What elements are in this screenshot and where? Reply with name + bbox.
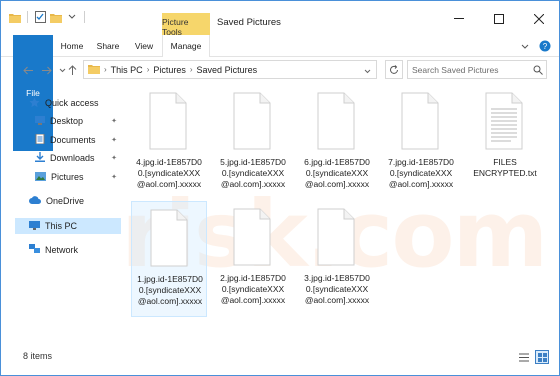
new-folder-icon[interactable] xyxy=(50,11,62,23)
tab-home[interactable]: Home xyxy=(57,35,87,57)
blank-file-icon xyxy=(233,92,271,150)
breadcrumb-this-pc[interactable]: This PC xyxy=(111,65,143,75)
forward-button[interactable] xyxy=(39,63,53,77)
window-controls xyxy=(439,9,559,29)
text-file-icon xyxy=(485,92,523,150)
nav-quick-access[interactable]: Quick access xyxy=(29,95,123,111)
tab-manage[interactable]: Manage xyxy=(162,35,210,57)
file-item[interactable]: 5.jpg.id-1E857D0 0.[syndicateXXX @aol.co… xyxy=(215,85,291,201)
file-name: 4.jpg.id-1E857D0 0.[syndicateXXX @aol.co… xyxy=(136,157,202,189)
item-count: 8 items xyxy=(23,351,53,361)
ribbon-controls: ? xyxy=(521,40,551,54)
folder-icon[interactable] xyxy=(9,11,21,23)
status-bar: 8 items xyxy=(1,347,559,369)
minimize-button[interactable] xyxy=(439,9,479,29)
properties-icon[interactable] xyxy=(34,11,46,23)
file-item[interactable]: 4.jpg.id-1E857D0 0.[syndicateXXX @aol.co… xyxy=(131,85,207,201)
large-icons-view-button[interactable] xyxy=(535,350,549,364)
file-item[interactable]: 6.jpg.id-1E857D0 0.[syndicateXXX @aol.co… xyxy=(299,85,375,201)
nav-this-pc[interactable]: This PC xyxy=(15,218,121,234)
cloud-icon xyxy=(29,196,41,206)
chevron-down-icon[interactable] xyxy=(521,42,529,52)
close-button[interactable] xyxy=(519,9,559,29)
refresh-button[interactable] xyxy=(385,60,403,79)
nav-downloads[interactable]: Downloads ✦ xyxy=(35,150,123,166)
nav-pictures[interactable]: Pictures ✦ xyxy=(35,169,123,185)
address-bar[interactable]: › This PC › Pictures › Saved Pictures xyxy=(83,60,377,79)
network-icon xyxy=(29,244,40,256)
chevron-down-icon[interactable] xyxy=(66,11,78,23)
pin-icon[interactable]: ✦ xyxy=(111,117,117,125)
window-title: Saved Pictures xyxy=(217,17,281,28)
nav-onedrive[interactable]: OneDrive xyxy=(29,193,123,209)
file-name: 3.jpg.id-1E857D0 0.[syndicateXXX @aol.co… xyxy=(304,273,370,305)
title-bar: Picture Tools Saved Pictures xyxy=(1,1,559,37)
file-name: 7.jpg.id-1E857D0 0.[syndicateXXX @aol.co… xyxy=(388,157,454,189)
help-icon[interactable]: ? xyxy=(539,40,551,54)
computer-icon xyxy=(29,220,40,232)
file-item[interactable]: 7.jpg.id-1E857D0 0.[syndicateXXX @aol.co… xyxy=(383,85,459,201)
file-name: 2.jpg.id-1E857D0 0.[syndicateXXX @aol.co… xyxy=(220,273,286,305)
blank-file-icon xyxy=(149,92,187,150)
tab-share[interactable]: Share xyxy=(93,35,123,57)
file-name: FILES ENCRYPTED.txt xyxy=(473,157,537,178)
file-name: 1.jpg.id-1E857D0 0.[syndicateXXX @aol.co… xyxy=(137,274,203,306)
blank-file-icon xyxy=(317,208,355,266)
up-button[interactable] xyxy=(65,63,79,77)
back-button[interactable] xyxy=(21,63,35,77)
nav-documents[interactable]: Documents ✦ xyxy=(35,132,123,148)
nav-label: Pictures xyxy=(51,172,84,182)
file-item[interactable]: FILES ENCRYPTED.txt xyxy=(467,85,543,201)
pin-icon[interactable]: ✦ xyxy=(111,136,117,144)
picture-tools-tab: Picture Tools xyxy=(162,13,210,37)
nav-desktop[interactable]: Desktop ✦ xyxy=(35,113,123,129)
desktop-icon xyxy=(35,115,45,127)
downloads-icon xyxy=(35,152,45,164)
quick-access-toolbar xyxy=(9,11,87,23)
navigation-pane: Quick access Desktop ✦ Documents ✦ Downl… xyxy=(1,85,123,345)
maximize-button[interactable] xyxy=(479,9,519,29)
breadcrumb-pictures[interactable]: Pictures xyxy=(153,65,186,75)
documents-icon xyxy=(35,133,45,146)
file-item[interactable]: 3.jpg.id-1E857D0 0.[syndicateXXX @aol.co… xyxy=(299,201,375,317)
details-view-button[interactable] xyxy=(517,350,531,364)
pin-icon[interactable]: ✦ xyxy=(111,173,117,181)
chevron-down-icon[interactable] xyxy=(364,66,371,76)
ribbon-tabs: File Home Share View Manage ? xyxy=(1,35,559,151)
star-icon xyxy=(29,97,40,110)
nav-label: This PC xyxy=(45,221,78,231)
file-item[interactable]: 1.jpg.id-1E857D0 0.[syndicateXXX @aol.co… xyxy=(131,201,207,317)
nav-label: Downloads xyxy=(50,153,95,163)
nav-label: OneDrive xyxy=(46,196,85,206)
explorer-window: risk.com Picture Tools Saved Pictures xyxy=(0,0,560,376)
file-name: 6.jpg.id-1E857D0 0.[syndicateXXX @aol.co… xyxy=(304,157,370,189)
view-switcher xyxy=(517,350,549,364)
chevron-right-icon: › xyxy=(146,65,150,74)
blank-file-icon xyxy=(317,92,355,150)
svg-text:?: ? xyxy=(543,42,548,51)
pictures-folder-icon xyxy=(88,64,100,76)
nav-label: Quick access xyxy=(45,98,99,108)
chevron-right-icon: › xyxy=(189,65,193,74)
pictures-icon xyxy=(35,171,46,183)
file-list: 4.jpg.id-1E857D0 0.[syndicateXXX @aol.co… xyxy=(127,85,555,343)
file-name: 5.jpg.id-1E857D0 0.[syndicateXXX @aol.co… xyxy=(220,157,286,189)
file-item[interactable]: 2.jpg.id-1E857D0 0.[syndicateXXX @aol.co… xyxy=(215,201,291,317)
nav-label: Desktop xyxy=(50,116,84,126)
tab-view[interactable]: View xyxy=(129,35,159,57)
nav-label: Documents xyxy=(50,135,96,145)
search-icon[interactable] xyxy=(533,65,543,77)
blank-file-icon xyxy=(150,209,188,267)
blank-file-icon xyxy=(401,92,439,150)
navigation-bar: › This PC › Pictures › Saved Pictures Se… xyxy=(1,58,559,82)
nav-network[interactable]: Network xyxy=(29,242,123,258)
breadcrumb-saved-pictures[interactable]: Saved Pictures xyxy=(197,65,258,75)
search-input[interactable]: Search Saved Pictures xyxy=(407,60,547,79)
blank-file-icon xyxy=(233,208,271,266)
pin-icon[interactable]: ✦ xyxy=(111,154,117,162)
chevron-right-icon: › xyxy=(104,65,107,74)
nav-label: Network xyxy=(45,245,79,255)
